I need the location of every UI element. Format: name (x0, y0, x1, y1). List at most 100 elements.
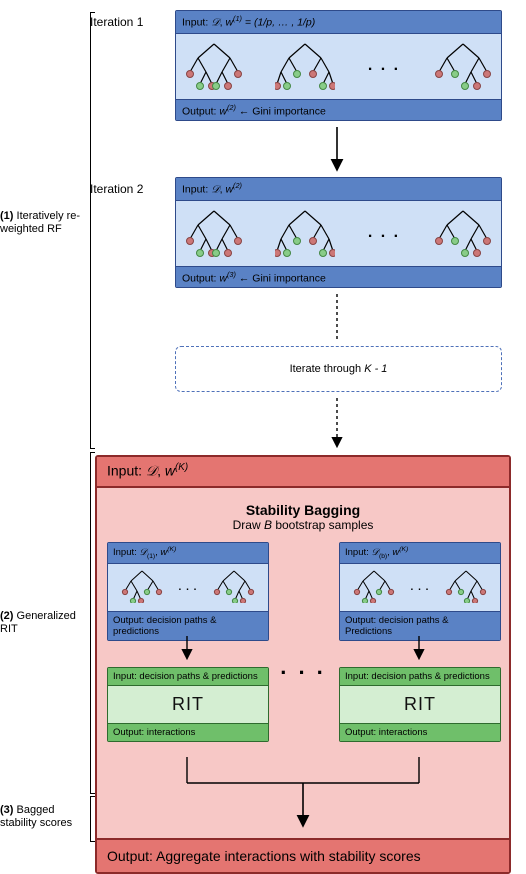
main-column: Iteration 1 Input: 𝒟, w(1) = (1/p, … , 1… (95, 10, 520, 874)
side-label-3: (3) Bagged stability scores (0, 804, 85, 830)
bootstrap-rf-1-input: Input: 𝒟(1), w(K) (108, 543, 268, 564)
rf1-input-w-sup: (1) (233, 14, 242, 23)
bootstrap-rf-1: Input: 𝒟(1), w(K) . . . Output: decision… (107, 542, 269, 641)
stab-sub-suf: bootstrap samples (272, 518, 373, 532)
tree-icon (445, 569, 487, 606)
stability-body: Stability Bagging Draw B bootstrap sampl… (97, 488, 509, 838)
stab-in-w: w (165, 463, 175, 479)
rf2-out-arrow: ← (236, 272, 252, 284)
stability-subtitle: Draw B bootstrap samples (107, 518, 499, 532)
side-label-2-num: (2) (0, 610, 13, 622)
side-label-3-num: (3) (0, 804, 13, 816)
bootstrap-rf-b-output: Output: decision paths & Predictions (340, 611, 500, 640)
rf1-input-w: w (225, 17, 233, 29)
tree-icon (121, 569, 163, 606)
stability-columns: Input: 𝒟(1), w(K) . . . Output: decision… (107, 542, 499, 742)
ellipsis-icon: . . . (179, 582, 198, 593)
rf2-out-prefix: Output: (182, 272, 219, 284)
tree-icon (275, 207, 335, 260)
bootstrap-rf-1-output: Output: decision paths & predictions (108, 611, 268, 640)
sb1-in-D: 𝒟 (139, 548, 147, 558)
stab-in-sep: , (157, 463, 165, 479)
iteration-2-title: Iteration 2 (90, 182, 143, 196)
rf-block-2-input: Input: 𝒟, w(2) (176, 178, 501, 201)
rit-b-output: Output: interactions (340, 723, 500, 741)
iteration-1-title: Iteration 1 (90, 15, 143, 29)
rf1-out-prefix: Output: (182, 105, 219, 117)
rf1-out-arrow: ← (236, 105, 252, 117)
bootstrap-rf-b-body: . . . (340, 564, 500, 611)
stab-in-prefix: Input: (107, 463, 146, 479)
rit-block-1: Input: decision paths & predictions RIT … (107, 667, 269, 742)
side-label-1-num: (1) (0, 210, 13, 222)
stab-in-D: 𝒟 (146, 465, 157, 480)
sbb-in-D: 𝒟 (371, 548, 379, 558)
rf-block-2: Input: 𝒟, w(2) . . . Output: w(3) ← Gini… (175, 177, 502, 288)
iteration-1-wrap: Iteration 1 Input: 𝒟, w(1) = (1/p, … , 1… (95, 10, 520, 121)
tree-icon (184, 40, 244, 93)
rit-b-input: Input: decision paths & predictions (340, 668, 500, 686)
stab-in-wK: (K) (175, 462, 188, 473)
bootstrap-rf-1-body: . . . (108, 564, 268, 611)
rf2-out-w: w (219, 272, 227, 284)
stab-sub-pre: Draw (233, 518, 264, 532)
rf-block-1: Input: 𝒟, w(1) = (1/p, … , 1/p) . . . Ou… (175, 10, 502, 121)
tree-icon (213, 569, 255, 606)
rf-block-1-output: Output: w(2) ← Gini importance (176, 99, 501, 121)
rf2-input-prefix: Input: (182, 184, 211, 196)
rf1-input-prefix: Input: (182, 17, 211, 29)
sb1-in-Dsub: (1) (147, 553, 155, 560)
ellipsis-icon: . . . (366, 57, 402, 75)
sb1-in-prefix: Input: (113, 547, 139, 558)
diagram-canvas: (1) Iteratively re-weighted RF (2) Gener… (0, 0, 526, 848)
tree-icon (184, 207, 244, 260)
rf1-out-w: w (219, 105, 227, 117)
rf2-input-D: 𝒟 (211, 185, 219, 196)
rit-1-output: Output: interactions (108, 723, 268, 741)
rf1-input-rest: = (1/p, … , 1/p) (242, 17, 315, 29)
sb1-in-wK: (K) (167, 546, 176, 553)
bootstrap-rf-b-input: Input: 𝒟(b), w(K) (340, 543, 500, 564)
dashed-arrow-down-icon (175, 396, 500, 450)
tree-icon (353, 569, 395, 606)
ellipsis-icon: . . . (366, 224, 402, 242)
rf-block-2-body: . . . (176, 201, 501, 266)
rf2-out-gini: Gini importance (252, 272, 326, 284)
sbb-in-prefix: Input: (345, 547, 371, 558)
stability-title: Stability Bagging (107, 502, 499, 518)
side-label-2: (2) Generalized RIT (0, 610, 85, 636)
tree-icon (275, 40, 335, 93)
iteration-2-wrap: Iteration 2 Input: 𝒟, w(2) . . . Output:… (95, 177, 520, 288)
rit-b-label: RIT (340, 686, 500, 723)
rf-block-1-input: Input: 𝒟, w(1) = (1/p, … , 1/p) (176, 11, 501, 34)
rf-block-1-body: . . . (176, 34, 501, 99)
stab-sub-B: B (264, 518, 272, 532)
stability-block: Input: 𝒟, w(K) Stability Bagging Draw B … (95, 455, 511, 874)
side-labels: (1) Iteratively re-weighted RF (2) Gener… (0, 0, 95, 848)
rf2-out-sup: (3) (227, 270, 236, 279)
ellipsis-icon: . . . (411, 582, 430, 593)
sbb-in-Dsub: (b) (379, 553, 387, 560)
stability-input: Input: 𝒟, w(K) (97, 457, 509, 488)
iterate-box: Iterate through K - 1 (175, 346, 502, 392)
rf1-out-gini: Gini importance (252, 105, 326, 117)
dashed-arrow-down-icon (175, 292, 500, 342)
bootstrap-rf-b: Input: 𝒟(b), w(K) . . . Output: decision… (339, 542, 501, 641)
rf1-input-D: 𝒟 (211, 18, 219, 29)
bootstrap-column-1: Input: 𝒟(1), w(K) . . . Output: decision… (107, 542, 267, 742)
iterate-K: K - 1 (364, 363, 387, 375)
rf1-out-sup: (2) (227, 103, 236, 112)
side-label-1: (1) Iteratively re-weighted RF (0, 210, 85, 236)
rf2-input-w: w (225, 184, 233, 196)
arrow-down-icon (175, 125, 500, 173)
rf2-input-w-sup: (2) (233, 181, 242, 190)
iterate-text: Iterate through (290, 363, 362, 375)
rf-block-2-output: Output: w(3) ← Gini importance (176, 266, 501, 288)
tree-icon (433, 40, 493, 93)
ellipsis-icon: . . . (280, 654, 326, 680)
tree-icon (433, 207, 493, 260)
rit-block-b: Input: decision paths & predictions RIT … (339, 667, 501, 742)
rit-1-input: Input: decision paths & predictions (108, 668, 268, 686)
rit-1-label: RIT (108, 686, 268, 723)
bootstrap-column-b: Input: 𝒟(b), w(K) . . . Output: decision… (339, 542, 499, 742)
